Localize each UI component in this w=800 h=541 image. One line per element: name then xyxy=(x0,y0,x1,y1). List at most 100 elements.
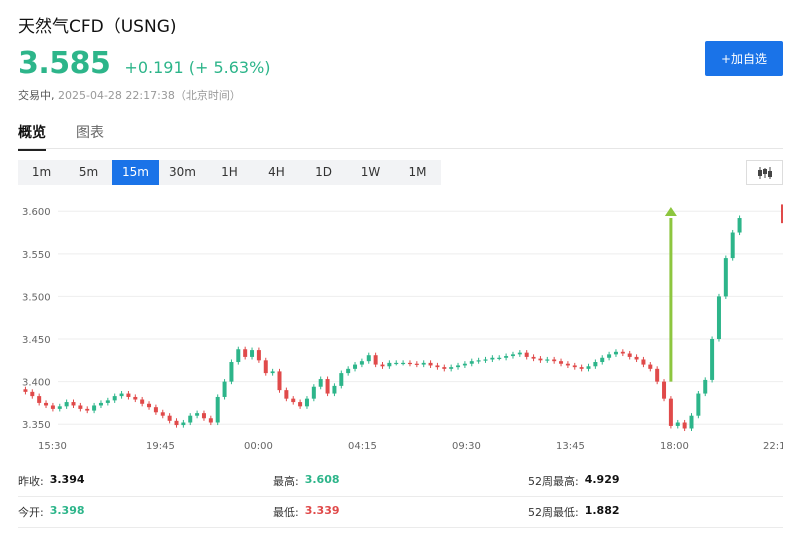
candle-body xyxy=(243,349,248,357)
candle-body xyxy=(44,402,49,406)
interval-30m[interactable]: 30m xyxy=(159,160,206,185)
stat-low: 最低: 3.339 xyxy=(273,504,528,520)
stat-prev-close: 昨收: 3.394 xyxy=(18,473,273,489)
candle-body xyxy=(373,355,378,365)
candle-body xyxy=(449,367,454,369)
x-tick-label: 13:45 xyxy=(556,441,585,452)
stat-label: 今开: xyxy=(18,506,44,519)
stat-value: 1.882 xyxy=(584,504,620,517)
stats-row: 今开: 3.398 最低: 3.339 52周最低: 1.882 xyxy=(18,497,783,528)
candle-body xyxy=(497,357,502,359)
candle-body xyxy=(160,412,165,416)
stat-label: 52周最低: xyxy=(528,506,579,519)
trading-status: 交易中, 2025-04-28 22:17:38（北京时间） xyxy=(18,87,241,103)
candle-body xyxy=(620,351,625,354)
current-price: 3.585 xyxy=(18,46,111,81)
candle-body xyxy=(613,351,618,355)
stats-table: 昨收: 3.394 最高: 3.608 52周最高: 4.929 今开: 3.3… xyxy=(18,466,783,528)
interval-4h[interactable]: 4H xyxy=(253,160,300,185)
candle-body xyxy=(78,405,83,409)
candle-body xyxy=(641,359,646,365)
candle-body xyxy=(181,422,186,426)
stat-value: 3.608 xyxy=(304,473,340,486)
stat-value: 3.339 xyxy=(304,504,340,517)
candle-body xyxy=(579,367,584,369)
candle-body xyxy=(112,396,117,401)
candlestick-icon xyxy=(757,166,772,179)
x-tick-label: 15:30 xyxy=(38,441,67,452)
candle-body xyxy=(545,359,550,361)
candle-body xyxy=(353,364,358,369)
interval-15m[interactable]: 15m xyxy=(112,160,159,185)
candle-body xyxy=(284,390,289,399)
candle-body xyxy=(236,349,241,363)
candle-body xyxy=(195,413,200,416)
candle-body xyxy=(627,353,632,357)
stats-row: 昨收: 3.394 最高: 3.608 52周最高: 4.929 xyxy=(18,466,783,497)
candle-body xyxy=(586,366,591,369)
tab-overview[interactable]: 概览 xyxy=(18,122,46,151)
candle-body xyxy=(339,373,344,386)
price-change: +0.191 (+ 5.63%) xyxy=(124,58,271,77)
candle-body xyxy=(675,422,680,426)
candle-body xyxy=(634,356,639,360)
tab-chart[interactable]: 图表 xyxy=(76,122,104,151)
candle-body xyxy=(490,357,495,360)
candle-body xyxy=(462,363,467,366)
y-tick-label: 3.500 xyxy=(22,292,51,303)
candle-body xyxy=(263,360,268,374)
candle-body xyxy=(607,354,612,358)
candle-body xyxy=(92,405,97,411)
interval-1h[interactable]: 1H xyxy=(206,160,253,185)
stat-open: 今开: 3.398 xyxy=(18,504,273,520)
y-tick-label: 3.450 xyxy=(22,335,51,346)
candle-body xyxy=(222,381,227,397)
interval-1mo[interactable]: 1M xyxy=(394,160,441,185)
price-row: 3.585 +0.191 (+ 5.63%) xyxy=(18,46,271,81)
candle-body xyxy=(668,398,673,426)
stat-label: 最高: xyxy=(273,475,299,488)
interval-1w[interactable]: 1W xyxy=(347,160,394,185)
candle-body xyxy=(147,403,152,408)
candle-body xyxy=(174,420,179,426)
interval-1m[interactable]: 1m xyxy=(18,160,65,185)
candle-body xyxy=(517,352,522,355)
x-tick-label: 09:30 xyxy=(452,441,481,452)
y-tick-label: 3.600 xyxy=(22,207,51,218)
candle-body xyxy=(208,418,213,423)
candle-body xyxy=(37,396,42,403)
candle-body xyxy=(270,371,275,374)
candle-body xyxy=(504,356,509,358)
candle-body xyxy=(85,408,90,411)
candle-body xyxy=(250,350,255,357)
candle-body xyxy=(277,371,282,391)
stat-high: 最高: 3.608 xyxy=(273,473,528,489)
candle-body xyxy=(153,407,158,413)
candle-body xyxy=(380,364,385,367)
chart-type-button[interactable] xyxy=(746,160,783,185)
candle-body xyxy=(30,391,35,397)
add-watchlist-button[interactable]: +加自选 xyxy=(705,41,783,76)
candle-body xyxy=(126,393,131,397)
x-tick-label: 18:00 xyxy=(660,441,689,452)
stat-52w-low: 52周最低: 1.882 xyxy=(528,504,783,520)
candle-body xyxy=(689,415,694,429)
x-tick-label: 22:1 xyxy=(763,441,783,452)
candle-body xyxy=(298,402,303,407)
candle-body xyxy=(256,350,261,361)
price-chart[interactable]: 3.600 3.550 3.500 3.450 3.400 3.350 15:30 19:45… xyxy=(18,197,783,457)
x-tick-label: 00:00 xyxy=(244,441,273,452)
y-tick-label: 3.550 xyxy=(22,250,51,261)
candle-body xyxy=(140,399,145,404)
status-timestamp: 2025-04-28 22:17:38（北京时间） xyxy=(58,89,241,102)
candle-body xyxy=(565,363,570,366)
interval-5m[interactable]: 5m xyxy=(65,160,112,185)
candle-body xyxy=(325,379,330,394)
interval-1d[interactable]: 1D xyxy=(300,160,347,185)
candle-body xyxy=(291,398,296,403)
status-label: 交易中, xyxy=(18,89,55,102)
candle-body xyxy=(119,393,124,397)
candle-body xyxy=(442,367,447,369)
candle-body xyxy=(366,355,371,362)
candle-body xyxy=(215,396,220,423)
